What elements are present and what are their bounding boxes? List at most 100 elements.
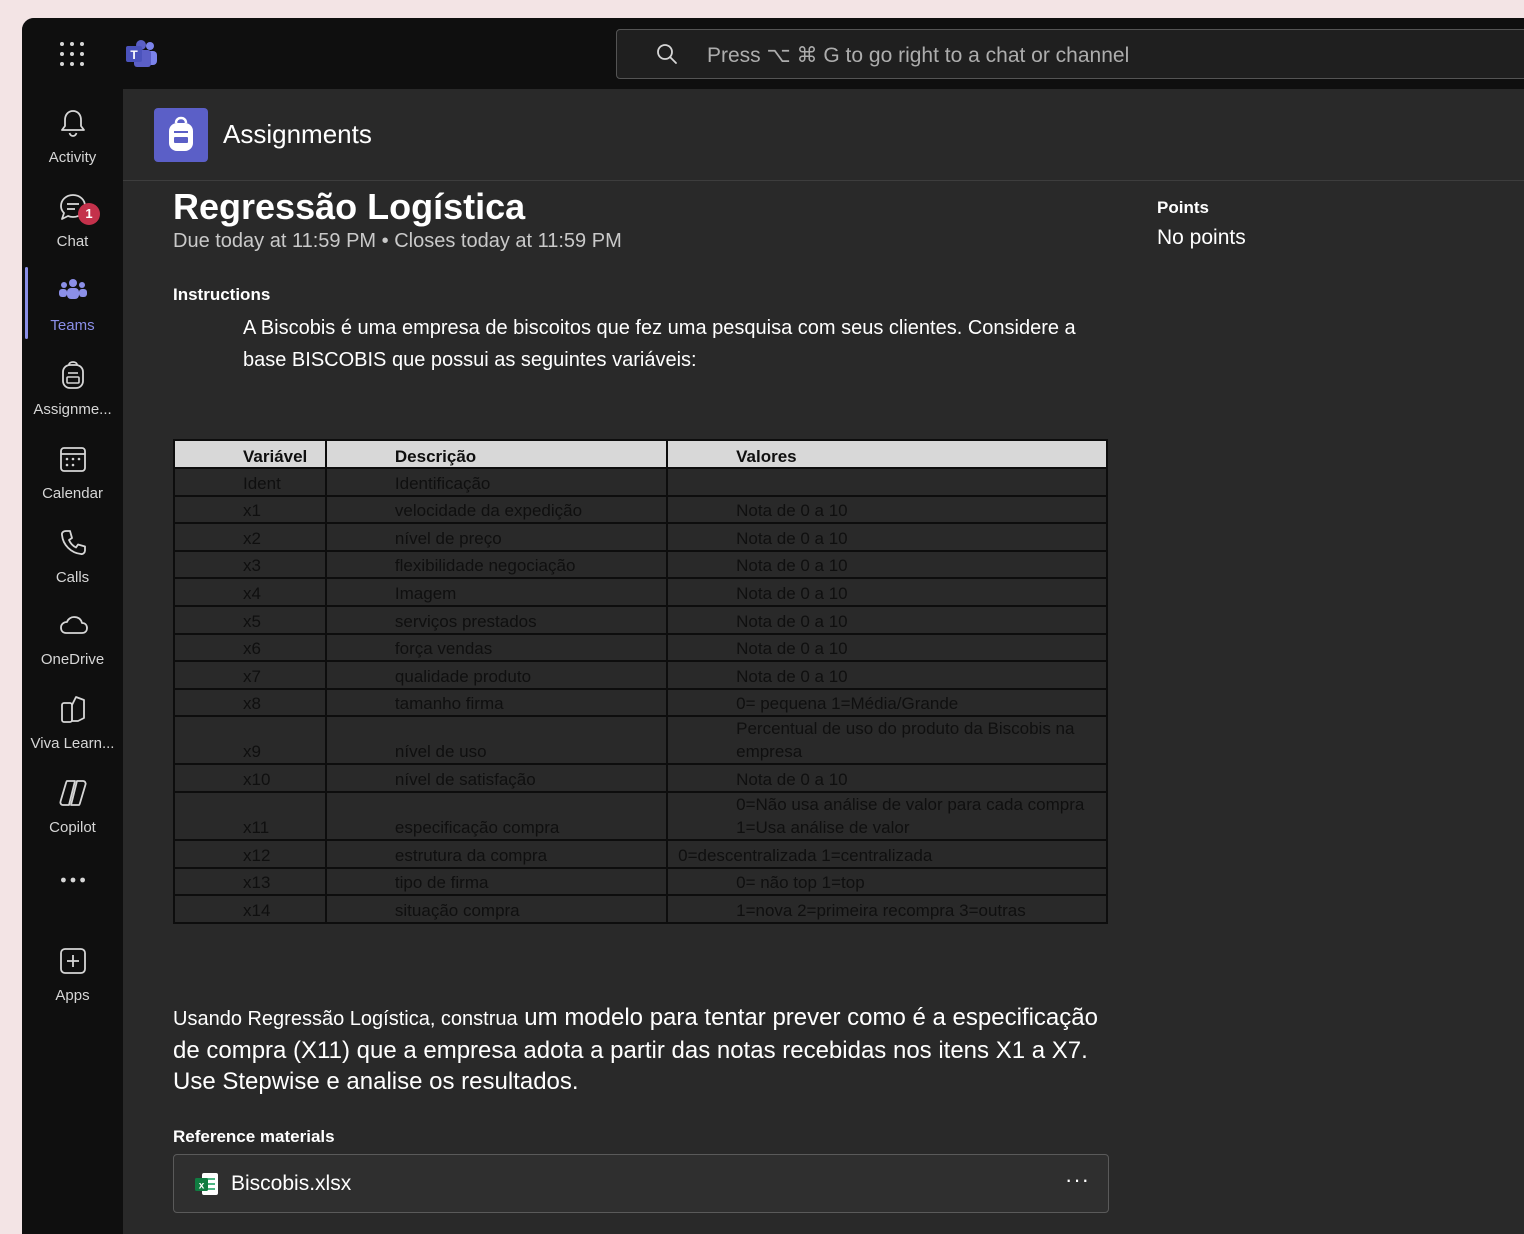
table-row: Ident Identificação xyxy=(173,467,1108,497)
table-cell: x11 xyxy=(173,790,327,841)
table-row: x11 especificação compra 0=Não usa análise… xyxy=(173,790,1108,841)
table-cell: qualidade produto xyxy=(324,660,669,690)
table-cell: força vendas xyxy=(324,632,669,663)
table-cell: Nota de 0 a 10 xyxy=(666,522,1108,552)
instructions-task: Usando Regressão Logística, construa um … xyxy=(173,1002,1113,1097)
table-cell: serviços prestados xyxy=(324,604,669,635)
table-cell: x4 xyxy=(173,577,327,607)
reference-file-card[interactable]: x Biscobis.xlsx ··· xyxy=(173,1154,1109,1213)
search-icon xyxy=(657,44,677,64)
phone-icon xyxy=(61,530,86,555)
top-bar: T Press ⌥ ⌘ G to go right to a chat or c… xyxy=(22,18,1524,89)
table-cell xyxy=(666,467,1108,497)
app-rail: Activity 1 Chat Teams Assignme... Calend… xyxy=(22,89,123,1234)
table-cell: Ident xyxy=(173,467,327,497)
table-cell: 1=nova 2=primeira recompra 3=outras xyxy=(666,894,1108,924)
table-cell: Nota de 0 a 10 xyxy=(666,494,1108,525)
rail-label: Chat xyxy=(56,233,89,250)
rail-item-teams[interactable]: Teams xyxy=(22,263,123,343)
rail-label: Teams xyxy=(50,317,95,334)
backpack-icon xyxy=(169,116,193,151)
table-row: x10 nível de satisfação Nota de 0 a 10 xyxy=(173,763,1108,793)
search-box[interactable]: Press ⌥ ⌘ G to go right to a chat or cha… xyxy=(616,29,1524,79)
table-cell: x5 xyxy=(173,604,327,635)
rail-label: Copilot xyxy=(49,819,96,836)
table-cell: 0=descentralizada 1=centralizada xyxy=(666,838,1108,869)
rail-label: Apps xyxy=(55,987,90,1004)
table-row: x8 tamanho firma 0= pequena 1=Média/Grande xyxy=(173,687,1108,718)
more-icon xyxy=(61,877,85,883)
rail-label: Calls xyxy=(55,569,90,586)
search-placeholder: Press ⌥ ⌘ G to go right to a chat or cha… xyxy=(707,44,1130,67)
backpack-icon xyxy=(62,361,84,389)
instructions-label: Instructions xyxy=(173,285,271,304)
table-cell: tipo de firma xyxy=(324,866,669,897)
app-launcher-icon[interactable] xyxy=(60,42,86,68)
table-cell: flexibilidade negociação xyxy=(324,549,669,580)
table-cell: x13 xyxy=(173,866,327,897)
assignment-detail: Regressão Logística Due today at 11:59 P… xyxy=(123,182,1524,1234)
table-row: x9 nível de uso Percentual de uso do produ… xyxy=(173,715,1108,766)
table-cell: x12 xyxy=(173,838,327,869)
table-row: x2 nível de preço Nota de 0 a 10 xyxy=(173,522,1108,552)
table-cell: Percentual de uso do produto da Biscobis… xyxy=(666,715,1108,766)
table-cell: Nota de 0 a 10 xyxy=(666,660,1108,690)
rail-item-assignments[interactable]: Assignme... xyxy=(22,347,123,427)
table-cell: tamanho firma xyxy=(324,687,669,718)
due-date: Due today at 11:59 PM • Closes today at … xyxy=(173,230,622,252)
svg-text:T: T xyxy=(130,48,138,62)
table-cell: velocidade da expedição xyxy=(324,494,669,525)
table-header-row: Variável Descrição Valores xyxy=(173,439,1108,469)
rail-label: Calendar xyxy=(42,485,103,502)
rail-item-chat[interactable]: 1 Chat xyxy=(22,179,123,259)
table-cell: x8 xyxy=(173,687,327,718)
assignment-title: Regressão Logística xyxy=(173,186,526,227)
table-row: x12 estrutura da compra 0=descentralizada … xyxy=(173,838,1108,869)
table-cell: x7 xyxy=(173,660,327,690)
rail-item-calls[interactable]: Calls xyxy=(22,515,123,595)
table-row: x13 tipo de firma 0= não top 1=top xyxy=(173,866,1108,897)
table-cell: x2 xyxy=(173,522,327,552)
file-name[interactable]: Biscobis.xlsx xyxy=(231,1172,351,1196)
rail-item-calendar[interactable]: Calendar xyxy=(22,431,123,511)
rail-item-onedrive[interactable]: OneDrive xyxy=(22,597,123,677)
table-cell: nível de satisfação xyxy=(324,763,669,793)
table-cell: 0=Não usa análise de valor para cada com… xyxy=(666,790,1108,841)
table-cell: x6 xyxy=(173,632,327,663)
app-header: Assignments xyxy=(123,89,1524,181)
table-row: x4 Imagem Nota de 0 a 10 xyxy=(173,577,1108,607)
table-cell: x1 xyxy=(173,494,327,525)
rail-item-activity[interactable]: Activity xyxy=(22,95,123,175)
bell-icon xyxy=(61,110,85,137)
chat-unread-badge: 1 xyxy=(78,203,100,225)
rail-item-apps[interactable]: Apps xyxy=(22,933,123,1013)
rail-item-copilot[interactable]: Copilot xyxy=(22,765,123,845)
variables-table: Variável Descrição Valores Ident Identifi… xyxy=(173,439,1108,924)
points-value: No points xyxy=(1157,226,1246,249)
assignments-app-icon xyxy=(154,108,208,162)
table-cell: 0= não top 1=top xyxy=(666,866,1108,897)
table-cell: estrutura da compra xyxy=(324,838,669,869)
teams-window: T Press ⌥ ⌘ G to go right to a chat or c… xyxy=(22,18,1524,1234)
file-more-options-button[interactable]: ··· xyxy=(1065,1167,1090,1193)
rail-item-viva-learning[interactable]: Viva Learn... xyxy=(22,681,123,761)
table-cell: x10 xyxy=(173,763,327,793)
table-row: x7 qualidade produto Nota de 0 a 10 xyxy=(173,660,1108,690)
reference-materials-label: Reference materials xyxy=(173,1127,335,1146)
table-cell: 0= pequena 1=Média/Grande xyxy=(666,687,1108,718)
table-cell: x3 xyxy=(173,549,327,580)
rail-label: Assignme... xyxy=(33,401,112,418)
table-cell: especificação compra xyxy=(324,790,669,841)
table-cell: situação compra xyxy=(324,894,669,924)
table-row: x14 situação compra 1=nova 2=primeira reco… xyxy=(173,894,1108,924)
copilot-icon xyxy=(59,780,87,806)
table-row: x5 serviços prestados Nota de 0 a 10 xyxy=(173,604,1108,635)
column-header: Valores xyxy=(666,439,1108,469)
task-lead-text: Usando Regressão Logística, construa xyxy=(173,1008,518,1030)
book-icon xyxy=(61,696,85,723)
main-pane: Assignments Regressão Logística Due toda… xyxy=(123,89,1524,1234)
rail-label: Viva Learn... xyxy=(30,735,115,752)
teams-icon xyxy=(59,279,87,299)
rail-more-button[interactable] xyxy=(22,869,123,905)
instructions-intro: A Biscobis é uma empresa de biscoitos qu… xyxy=(243,317,1076,371)
